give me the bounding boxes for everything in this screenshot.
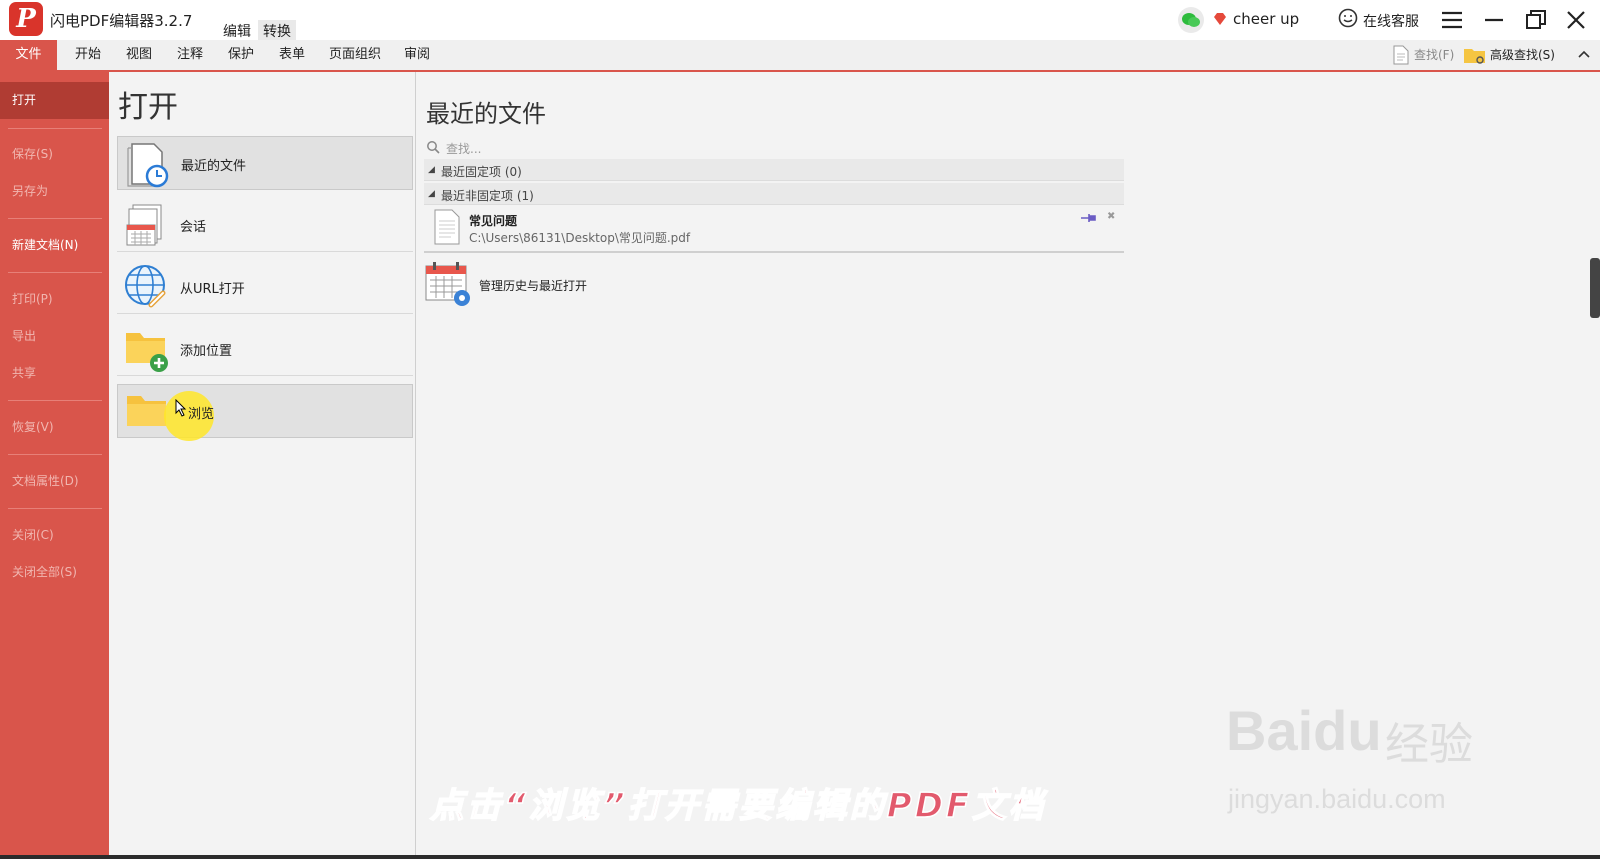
sidebar-divider xyxy=(8,218,102,219)
panel-title: 打开 xyxy=(118,90,178,125)
pinned-group-header[interactable]: ◢ 最近固定项 (0) xyxy=(424,159,1124,181)
expand-triangle-icon: ◢ xyxy=(428,189,435,199)
side-scroll-handle[interactable] xyxy=(1590,258,1600,318)
tab-start[interactable]: 开始 xyxy=(63,40,113,70)
recent-search-field[interactable]: 查找... xyxy=(424,137,624,157)
manage-history-button[interactable]: 管理历史与最近打开 xyxy=(424,260,724,312)
expand-triangle-icon: ◢ xyxy=(428,165,435,175)
file-menu-sidebar: 打开 保存(S) 另存为 新建文档(N) 打印(P) 导出 共享 恢复(V) 文… xyxy=(0,72,109,859)
search-placeholder: 查找... xyxy=(446,142,482,156)
user-name[interactable]: cheer up xyxy=(1233,10,1299,28)
open-item-session[interactable]: 会话 xyxy=(117,198,413,252)
app-window: P 闪电PDF编辑器3.2.7 编辑 转换 cheer up 在线客服 文件 开… xyxy=(0,0,1600,859)
baidu-watermark-logo: Baidu xyxy=(1226,699,1382,762)
sidebar-divider xyxy=(8,400,102,401)
globe-link-icon xyxy=(125,265,166,308)
minimize-icon[interactable] xyxy=(1480,6,1508,34)
open-item-label: 浏览 xyxy=(188,407,215,422)
manage-history-label: 管理历史与最近打开 xyxy=(479,279,588,293)
sidebar-item-restore[interactable]: 恢复(V) xyxy=(0,409,109,446)
online-support-link[interactable]: 在线客服 xyxy=(1363,11,1419,31)
tab-view[interactable]: 视图 xyxy=(114,40,164,70)
sidebar-divider xyxy=(8,272,102,273)
mouse-cursor-icon xyxy=(175,399,187,417)
open-item-recent-files[interactable]: 最近的文件 xyxy=(117,136,413,190)
sidebar-item-save[interactable]: 保存(S) xyxy=(0,136,109,173)
unpinned-group-header[interactable]: ◢ 最近非固定项 (1) xyxy=(424,183,1124,205)
app-logo: P xyxy=(9,2,43,36)
pin-icon[interactable] xyxy=(1080,213,1098,223)
sidebar-item-save-as[interactable]: 另存为 xyxy=(0,173,109,210)
find-button[interactable]: 查找(F) xyxy=(1414,46,1454,63)
smile-icon xyxy=(1338,8,1358,28)
app-title: 闪电PDF编辑器3.2.7 xyxy=(50,12,193,30)
tab-edit[interactable]: 编辑 xyxy=(218,20,256,42)
bottom-edge xyxy=(0,855,1600,859)
tab-annotate[interactable]: 注释 xyxy=(165,40,215,70)
open-panel: 打开 最近的文件 会话 从URL打开 添加位置 浏览 xyxy=(109,72,416,859)
tab-convert[interactable]: 转换 xyxy=(258,20,296,42)
recent-file-row[interactable]: 常见问题 C:\Users\86131\Desktop\常见问题.pdf ✖ xyxy=(424,205,1124,253)
open-item-label: 最近的文件 xyxy=(181,159,247,174)
sidebar-item-doc-properties[interactable]: 文档属性(D) xyxy=(0,463,109,500)
tab-form[interactable]: 表单 xyxy=(267,40,317,70)
collapse-ribbon-icon[interactable] xyxy=(1578,49,1590,59)
sidebar-item-print[interactable]: 打印(P) xyxy=(0,281,109,318)
open-item-browse[interactable]: 浏览 xyxy=(117,384,413,441)
wechat-icon[interactable] xyxy=(1178,7,1204,33)
group-header-label: 最近固定项 (0) xyxy=(441,165,522,179)
open-item-label: 添加位置 xyxy=(180,344,233,359)
recent-files-title: 最近的文件 xyxy=(426,100,546,128)
baidu-watermark-url: jingyan.baidu.com xyxy=(1228,784,1446,814)
sidebar-divider xyxy=(8,128,102,129)
sidebar-item-close[interactable]: 关闭(C) xyxy=(0,517,109,554)
add-folder-icon xyxy=(126,333,168,372)
group-header-label: 最近非固定项 (1) xyxy=(441,189,534,203)
baidu-watermark-text: 经验 xyxy=(1385,719,1473,770)
sidebar-item-new-document[interactable]: 新建文档(N) xyxy=(0,227,109,264)
menu-icon[interactable] xyxy=(1438,6,1466,34)
recent-files-icon xyxy=(127,143,169,188)
remove-icon[interactable]: ✖ xyxy=(1107,211,1115,222)
open-item-add-location[interactable]: 添加位置 xyxy=(117,322,413,376)
recent-file-name: 常见问题 xyxy=(469,214,518,228)
sidebar-item-open[interactable]: 打开 xyxy=(0,82,109,119)
sidebar-divider xyxy=(8,508,102,509)
session-icon xyxy=(126,204,162,246)
pdf-document-icon xyxy=(434,209,460,245)
search-icon xyxy=(427,141,440,154)
calendar-settings-icon xyxy=(425,262,470,306)
tab-review[interactable]: 审阅 xyxy=(392,40,442,70)
title-bar: P 闪电PDF编辑器3.2.7 编辑 转换 cheer up 在线客服 xyxy=(0,0,1600,42)
open-item-open-url[interactable]: 从URL打开 xyxy=(117,260,413,314)
open-item-label: 会话 xyxy=(180,220,207,235)
find-doc-icon xyxy=(1393,45,1409,65)
sidebar-item-share[interactable]: 共享 xyxy=(0,355,109,392)
tab-protect[interactable]: 保护 xyxy=(216,40,266,70)
advanced-find-folder-icon xyxy=(1464,49,1485,64)
ribbon-tabs: 文件 开始 视图 注释 保护 表单 页面组织 审阅 查找(F) 高级查找(S) xyxy=(0,40,1600,72)
sidebar-divider xyxy=(8,454,102,455)
recent-file-path: C:\Users\86131\Desktop\常见问题.pdf xyxy=(469,231,691,245)
tutorial-caption: 点击“浏览”打开需要编辑的PDF文档 xyxy=(429,785,1047,827)
open-item-label: 从URL打开 xyxy=(180,282,245,297)
tab-file[interactable]: 文件 xyxy=(0,40,57,70)
sidebar-item-export[interactable]: 导出 xyxy=(0,318,109,355)
sidebar-item-close-all[interactable]: 关闭全部(S) xyxy=(0,554,109,591)
vip-gem-icon xyxy=(1214,13,1226,25)
tab-page-organize[interactable]: 页面组织 xyxy=(322,40,388,70)
advanced-find-button[interactable]: 高级查找(S) xyxy=(1490,46,1555,63)
restore-icon[interactable] xyxy=(1522,6,1550,34)
close-icon[interactable] xyxy=(1562,6,1590,34)
